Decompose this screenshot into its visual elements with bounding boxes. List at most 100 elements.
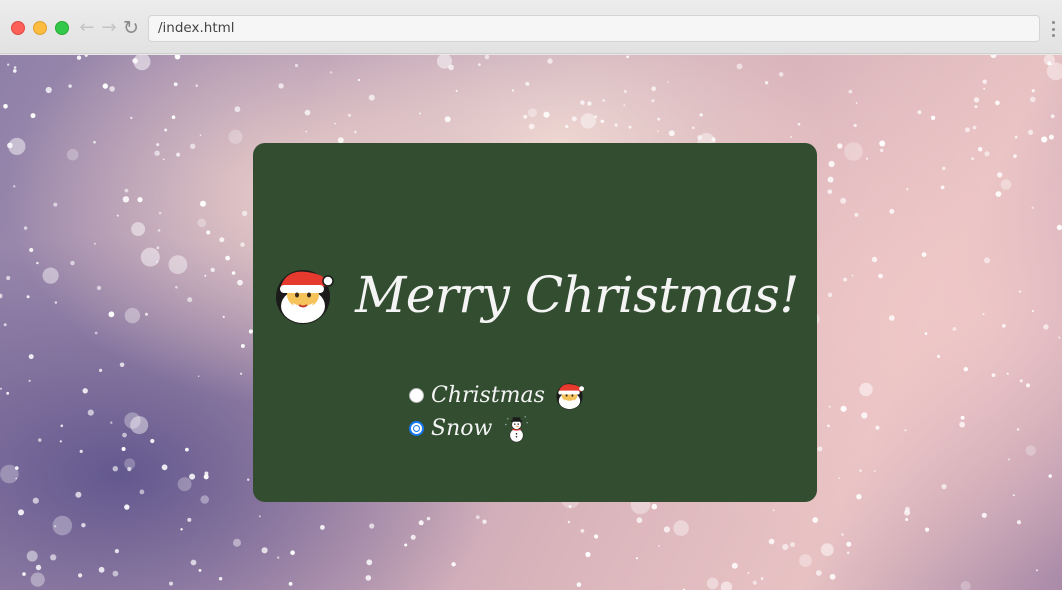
snowflake [234, 106, 241, 113]
snowflake [964, 127, 970, 133]
snowflake [848, 89, 853, 94]
snowflake [347, 113, 352, 117]
snowflake [854, 212, 859, 217]
snowflake [112, 466, 119, 472]
snowflake [173, 82, 178, 87]
snowflake [1019, 379, 1023, 383]
snowflake [164, 128, 168, 132]
snowflake [197, 375, 200, 378]
option-snow[interactable]: Snow [409, 412, 585, 445]
snowflake [982, 313, 985, 316]
snowflake [844, 142, 863, 161]
maximize-window-button[interactable] [55, 21, 69, 35]
option-label: Snow [431, 416, 493, 441]
snowflake [122, 196, 130, 203]
snowflake [977, 147, 983, 152]
close-window-button[interactable] [11, 21, 25, 35]
option-christmas[interactable]: Christmas [409, 379, 585, 412]
snowflake [651, 86, 656, 91]
snowflake [1048, 134, 1054, 140]
snowflake [94, 331, 98, 335]
radio-christmas[interactable] [409, 388, 424, 403]
snowflake [587, 101, 592, 106]
snowflake [3, 104, 8, 109]
snowflake [177, 477, 192, 492]
snowflake [176, 152, 181, 157]
snowflake [1041, 136, 1048, 143]
snowflake [782, 543, 789, 551]
snowflake [936, 354, 941, 358]
snowflake [1056, 224, 1062, 231]
snowflake [843, 277, 847, 282]
snowflake [720, 581, 733, 590]
snowflake [565, 125, 569, 128]
snowflake [567, 520, 571, 524]
snowflake [1025, 445, 1037, 456]
snowflake [22, 572, 26, 576]
snowflake [294, 63, 299, 68]
snowflake [277, 556, 280, 559]
snowflake [124, 307, 141, 324]
snowflake [110, 421, 113, 424]
kebab-menu-icon[interactable] [1048, 18, 1058, 40]
snowflake [52, 515, 73, 536]
snowflake [132, 58, 138, 64]
snowflake [23, 226, 28, 230]
snowflake [334, 122, 336, 125]
snowflake [941, 484, 947, 490]
snowflake [158, 211, 162, 215]
snowflake [68, 84, 72, 88]
snowflake [305, 130, 308, 133]
snowflake [523, 114, 528, 119]
snowflake [1058, 336, 1061, 339]
snowflake [150, 438, 155, 444]
snowflake [997, 172, 1003, 178]
address-bar[interactable]: /index.html [148, 15, 1040, 42]
snowflake [982, 79, 987, 85]
snowflake [668, 130, 675, 137]
snowflake [905, 518, 909, 521]
headline: Merry Christmas! [253, 243, 817, 347]
snowflake [657, 544, 660, 547]
snowflake [3, 323, 7, 327]
snowflake [84, 55, 88, 57]
snowflake [206, 230, 211, 235]
snowflake [75, 491, 82, 498]
snowflake [1012, 494, 1015, 497]
snowflake [623, 104, 626, 107]
snowflake [663, 526, 671, 533]
santa-icon [276, 270, 334, 324]
minimize-window-button[interactable] [33, 21, 47, 35]
snowflake [404, 543, 408, 547]
back-arrow-icon[interactable]: ← [76, 16, 98, 40]
snowflake [837, 143, 843, 149]
snowflake [878, 273, 883, 279]
snowflake [70, 260, 75, 266]
snowflake [859, 382, 873, 397]
snowflake [187, 517, 192, 522]
snowflake [38, 438, 42, 442]
snowflake [904, 509, 911, 516]
snowflake [875, 425, 880, 430]
snowflake [1031, 310, 1034, 312]
snowflake [855, 102, 858, 104]
snowflake [451, 562, 456, 567]
snowflake [511, 89, 514, 92]
snowflake [99, 368, 103, 372]
snowflake [29, 247, 34, 253]
snowflake [225, 255, 231, 261]
snowflake [760, 577, 764, 580]
snowflake [82, 388, 88, 394]
snowflake [6, 391, 10, 395]
snowflake [960, 581, 971, 590]
snowflake [6, 275, 11, 281]
snowflake [580, 529, 585, 533]
reload-icon[interactable]: ↻ [120, 16, 142, 40]
radio-snow[interactable] [409, 421, 424, 436]
snowflake [840, 405, 847, 412]
snowflake [26, 295, 30, 299]
forward-arrow-icon[interactable]: → [98, 16, 120, 40]
snowflake [30, 113, 36, 119]
snowflake [354, 130, 357, 134]
snowflake [1048, 474, 1052, 478]
